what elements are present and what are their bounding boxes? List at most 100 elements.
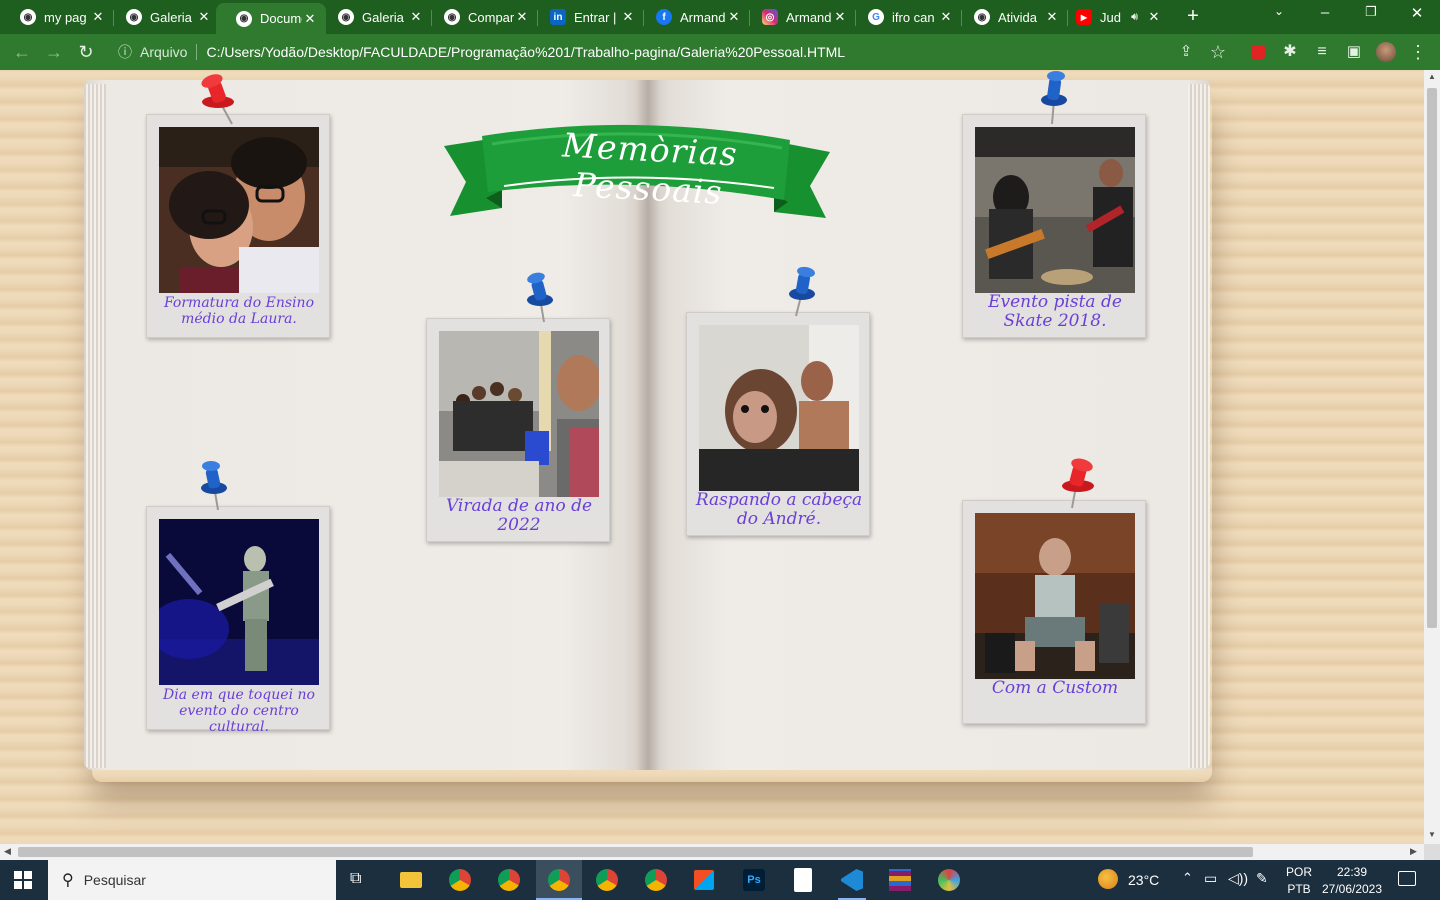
- photo-card[interactable]: Virada de ano de 2022: [426, 318, 610, 542]
- photo-image[interactable]: [699, 325, 859, 491]
- network-icon[interactable]: ▭: [1204, 870, 1217, 887]
- photo-card[interactable]: Formatura do Ensino médio da Laura.: [146, 114, 330, 338]
- close-icon[interactable]: ✕: [620, 9, 636, 25]
- photo-card[interactable]: Evento pista de Skate 2018.: [962, 114, 1146, 338]
- close-icon[interactable]: ✕: [1146, 9, 1162, 25]
- tab-title: Galeria: [362, 9, 404, 25]
- tab-search-icon[interactable]: ⌄: [1266, 4, 1292, 18]
- vertical-scrollbar[interactable]: ▲ ▼: [1424, 70, 1440, 844]
- scroll-up-icon[interactable]: ▲: [1427, 72, 1437, 81]
- photo-image[interactable]: [159, 519, 319, 685]
- back-icon[interactable]: ←: [10, 40, 34, 64]
- file-explorer-icon[interactable]: [400, 872, 422, 888]
- taskbar: ⚲ Pesquisar ⧉ Ps 23°C ⌃ ▭ ◁)) ✎ POR PTB …: [0, 860, 1440, 900]
- extension-red-icon[interactable]: [1246, 40, 1270, 64]
- side-panel-icon[interactable]: ▣: [1342, 40, 1366, 64]
- browser-tab[interactable]: ◉ Compar ✕: [424, 2, 538, 32]
- photo-image[interactable]: [159, 127, 319, 293]
- windows-start-icon[interactable]: [14, 871, 32, 889]
- vscode-icon[interactable]: [838, 860, 866, 900]
- close-icon[interactable]: ✕: [832, 9, 848, 25]
- paint-icon[interactable]: [938, 869, 960, 891]
- browser-tab-active[interactable]: ◉ Docume ✕: [216, 3, 326, 34]
- scroll-left-icon[interactable]: ◀: [4, 846, 11, 857]
- weather-temperature[interactable]: 23°C: [1128, 872, 1159, 888]
- winrar-icon[interactable]: [889, 869, 911, 891]
- extensions-puzzle-icon[interactable]: ✱: [1278, 40, 1302, 64]
- profile-avatar[interactable]: [1374, 40, 1398, 64]
- browser-tab[interactable]: in Entrar | ✕: [530, 2, 644, 32]
- speaker-icon[interactable]: 🔊︎: [1131, 11, 1138, 24]
- minimize-icon[interactable]: –: [1312, 4, 1338, 21]
- tab-title: Entrar |: [574, 9, 617, 25]
- scroll-right-icon[interactable]: ▶: [1410, 846, 1417, 857]
- scrollbar-thumb[interactable]: [18, 847, 1253, 857]
- photo-image[interactable]: [975, 127, 1135, 293]
- close-icon[interactable]: ✕: [726, 9, 742, 25]
- store-icon[interactable]: [694, 870, 714, 890]
- window-close-icon[interactable]: ✕: [1404, 4, 1430, 22]
- reload-icon[interactable]: ↻: [74, 40, 98, 64]
- photo-card[interactable]: Dia em que toquei no evento do centro cu…: [146, 506, 330, 735]
- browser-tab[interactable]: ◉ Ativida ✕: [954, 2, 1068, 32]
- globe-icon: ◉: [338, 9, 354, 25]
- language-indicator[interactable]: POR PTB: [1286, 864, 1312, 898]
- photo-card[interactable]: Raspando a cabeça do André.: [686, 312, 870, 536]
- chrome-icon[interactable]: [645, 869, 667, 891]
- notifications-icon[interactable]: [1398, 871, 1416, 886]
- taskbar-search[interactable]: ⚲ Pesquisar: [48, 860, 336, 900]
- browser-tab[interactable]: ◉ Galeria ✕: [318, 2, 432, 32]
- search-icon: ⚲: [62, 872, 74, 889]
- weather-icon[interactable]: [1098, 869, 1118, 889]
- forward-icon[interactable]: →: [42, 40, 66, 64]
- document-icon[interactable]: [794, 868, 812, 892]
- photo-caption: Raspando a cabeça do André.: [695, 490, 863, 529]
- clock-date: 27/06/2023: [1321, 882, 1383, 896]
- scrollbar-thumb[interactable]: [1427, 88, 1437, 628]
- photo-card[interactable]: Com a Custom: [962, 500, 1146, 724]
- globe-icon: ◉: [20, 9, 36, 25]
- new-tab-button[interactable]: +: [1182, 6, 1204, 28]
- browser-tab[interactable]: f Armand ✕: [636, 2, 750, 32]
- menu-kebab-icon[interactable]: ⋮: [1406, 40, 1430, 64]
- reading-list-icon[interactable]: ≡: [1310, 40, 1334, 64]
- address-bar[interactable]: ⓘ Arquivo C:/Users/Yodão/Desktop/FACULDA…: [108, 38, 1238, 66]
- horizontal-scrollbar[interactable]: ◀ ▶: [0, 844, 1424, 860]
- close-icon[interactable]: ✕: [90, 9, 106, 25]
- browser-tab[interactable]: ▶ Jud 🔊︎ ✕: [1056, 2, 1170, 32]
- close-icon[interactable]: ✕: [938, 9, 954, 25]
- tray-chevron-icon[interactable]: ⌃: [1182, 870, 1193, 886]
- close-icon[interactable]: ✕: [408, 9, 424, 25]
- photo-image[interactable]: [975, 513, 1135, 679]
- photo-caption: Evento pista de Skate 2018.: [988, 292, 1122, 331]
- bookmark-star-icon[interactable]: ☆: [1206, 40, 1230, 64]
- globe-icon: ◉: [444, 9, 460, 25]
- task-view-icon[interactable]: ⧉: [350, 870, 361, 888]
- browser-tab[interactable]: G ifro can ✕: [848, 2, 962, 32]
- chrome-profile-icon[interactable]: [498, 869, 520, 891]
- browser-tab[interactable]: ◎ Armand ✕: [742, 2, 856, 32]
- photoshop-icon[interactable]: Ps: [743, 869, 765, 891]
- chrome-icon[interactable]: [596, 869, 618, 891]
- browser-tab[interactable]: ◉ my pag ✕: [0, 2, 114, 32]
- restore-icon[interactable]: ❐: [1358, 4, 1384, 20]
- photo-image[interactable]: [439, 331, 599, 497]
- info-icon[interactable]: ⓘ: [118, 42, 136, 62]
- tab-title: Ativida: [998, 9, 1038, 25]
- chrome-active-icon[interactable]: [536, 860, 582, 900]
- tab-title: Armand: [786, 9, 832, 25]
- close-icon[interactable]: ✕: [302, 11, 318, 27]
- scheme-label: Arquivo: [140, 44, 188, 60]
- chrome-icon[interactable]: [449, 869, 471, 891]
- share-icon[interactable]: ⇪: [1174, 40, 1198, 64]
- browser-tab[interactable]: ◉ Galeria ✕: [106, 2, 220, 32]
- volume-icon[interactable]: ◁)): [1228, 870, 1248, 887]
- scroll-down-icon[interactable]: ▼: [1427, 830, 1437, 839]
- close-icon[interactable]: ✕: [514, 9, 530, 25]
- blue-pushpin-icon: [1041, 71, 1067, 125]
- search-input[interactable]: Pesquisar: [84, 872, 146, 888]
- url-text[interactable]: C:/Users/Yodão/Desktop/FACULDADE/Program…: [206, 44, 845, 60]
- close-icon[interactable]: ✕: [196, 9, 212, 25]
- pen-icon[interactable]: ✎: [1256, 870, 1268, 887]
- clock[interactable]: 22:39 27/06/2023: [1318, 864, 1386, 898]
